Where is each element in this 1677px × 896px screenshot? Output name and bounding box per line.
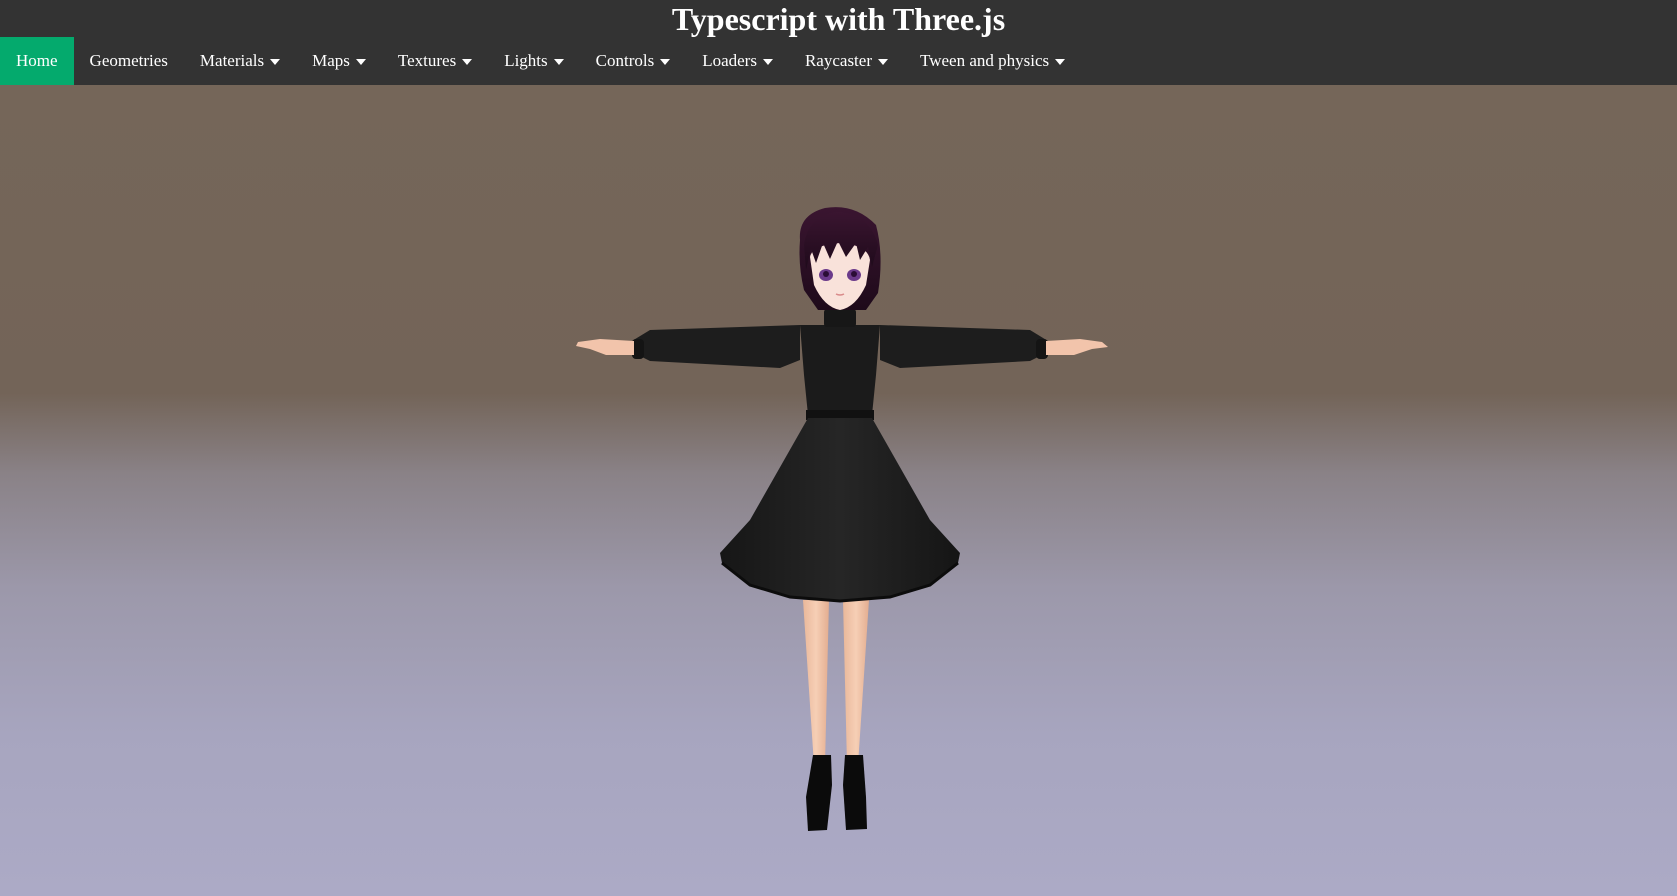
- threejs-canvas[interactable]: [0, 85, 1677, 896]
- nav-item-label: Lights: [504, 51, 548, 70]
- nav-item-label: Textures: [397, 51, 457, 70]
- anime-character-model: [576, 207, 1108, 831]
- nav-item-lights[interactable]: Lights: [488, 37, 579, 85]
- caret-down-icon: [1055, 59, 1066, 65]
- caret-down-icon: [660, 59, 671, 65]
- nav-item-geometries[interactable]: Geometries: [74, 37, 184, 85]
- navbar: Home Geometries Materials Maps Textures …: [0, 37, 1081, 85]
- caret-down-icon: [553, 59, 564, 65]
- nav-item-label: Raycaster: [804, 51, 872, 70]
- nav-item-loaders[interactable]: Loaders: [686, 37, 789, 85]
- nav-item-materials[interactable]: Materials: [184, 37, 296, 85]
- nav-item-label: Materials: [199, 51, 265, 70]
- nav-item-maps[interactable]: Maps: [296, 37, 382, 85]
- page-title: Typescript with Three.js: [671, 1, 1006, 37]
- nav-item-controls[interactable]: Controls: [580, 37, 687, 85]
- nav-item-label: Tween and physics: [920, 51, 1050, 70]
- caret-down-icon: [462, 59, 473, 65]
- caret-down-icon: [878, 59, 888, 65]
- nav-item-home[interactable]: Home: [0, 37, 74, 85]
- caret-down-icon: [762, 59, 773, 65]
- nav-item-label: Home: [16, 51, 58, 70]
- caret-down-icon: [270, 59, 281, 65]
- nav-item-label: Geometries: [89, 51, 168, 70]
- nav-item-raycaster[interactable]: Raycaster: [789, 37, 904, 85]
- caret-down-icon: [355, 59, 366, 65]
- nav-item-label: Controls: [595, 51, 655, 70]
- nav-item-label: Loaders: [702, 51, 757, 70]
- top-header: Typescript with Three.js Home Geometries…: [0, 0, 1677, 85]
- nav-item-tween-and-physics[interactable]: Tween and physics: [904, 37, 1081, 85]
- nav-item-label: Maps: [312, 51, 350, 70]
- nav-item-textures[interactable]: Textures: [382, 37, 488, 85]
